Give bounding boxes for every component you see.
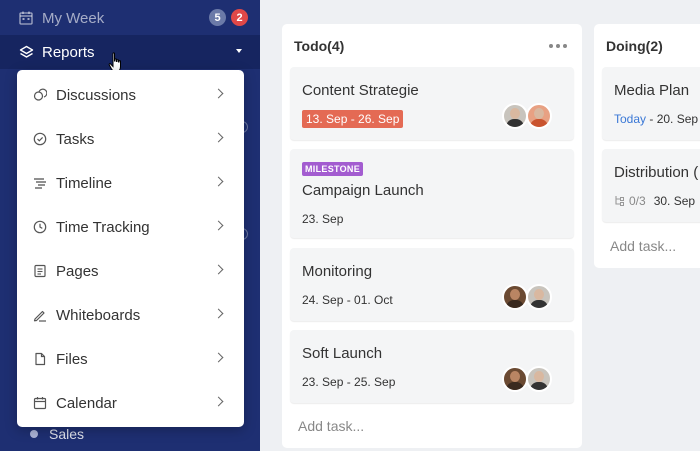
menu-item-whiteboards[interactable]: Whiteboards [17, 293, 244, 337]
task-date: Today - 20. Sep [614, 112, 698, 126]
task-card[interactable]: Media Plan Today - 20. Sep [602, 67, 700, 140]
task-card[interactable]: Monitoring 24. Sep - 01. Oct [290, 248, 574, 321]
assignee-avatars [502, 103, 552, 129]
avatar [502, 103, 528, 129]
task-date: 23. Sep - 25. Sep [302, 375, 396, 389]
assignee-avatars [502, 284, 552, 310]
calendar-grid-icon [18, 10, 34, 26]
task-card[interactable]: Distribution ( 0/3 30. Sep [602, 149, 700, 222]
chevron-right-icon [213, 132, 224, 143]
alert-badge: 2 [231, 9, 248, 26]
sidebar-item-label: Sales [49, 426, 85, 442]
menu-item-discussions[interactable]: Discussions [17, 73, 244, 117]
tasks-icon [32, 131, 48, 147]
sidebar-item-label: My Week [42, 9, 105, 27]
menu-item-label: Tasks [56, 130, 95, 148]
task-card[interactable]: MILESTONE Campaign Launch 23. Sep [290, 149, 574, 238]
board-column-todo: Todo(4) Content Strategie 13. Sep - 26. … [282, 24, 582, 448]
menu-item-pages[interactable]: Pages [17, 249, 244, 293]
chevron-right-icon [213, 220, 224, 231]
column-title: Todo(4) [294, 38, 345, 54]
task-title: Campaign Launch [302, 182, 424, 199]
task-title: Monitoring [302, 263, 373, 280]
date-rest: - 20. Sep [646, 112, 699, 126]
menu-item-label: Time Tracking [56, 218, 150, 236]
timeline-icon [32, 175, 48, 191]
task-date: 24. Sep - 01. Oct [302, 293, 393, 307]
subtask-count: 0/3 [629, 194, 646, 208]
sidebar-item-sales[interactable]: Sales [30, 426, 84, 442]
milestone-badge: MILESTONE [302, 162, 364, 176]
avatar [502, 284, 528, 310]
menu-item-label: Calendar [56, 394, 117, 412]
subtask-icon [615, 196, 624, 206]
task-title: Distribution ( [614, 164, 699, 181]
task-title: Soft Launch [302, 345, 383, 362]
task-date: 23. Sep [302, 212, 344, 226]
assignee-avatars [502, 366, 552, 392]
board-column-doing: Doing(2) Media Plan Today - 20. Sep Dist… [594, 24, 700, 268]
sidebar-item-reports[interactable]: Reports [0, 35, 260, 69]
sidebar-item-label: Reports [42, 43, 95, 61]
task-meta: 0/3 30. Sep [614, 194, 695, 208]
task-card[interactable]: Content Strategie 13. Sep - 26. Sep [290, 67, 574, 140]
chevron-right-icon [213, 176, 224, 187]
menu-item-tasks[interactable]: Tasks [17, 117, 244, 161]
column-title: Doing(2) [606, 38, 663, 54]
menu-item-label: Files [56, 350, 88, 368]
calendar-icon [32, 395, 48, 411]
avatar [526, 103, 552, 129]
menu-item-label: Pages [56, 262, 99, 280]
menu-item-label: Timeline [56, 174, 113, 192]
avatar [526, 366, 552, 392]
today-label: Today [614, 112, 647, 126]
chevron-right-icon [213, 396, 224, 407]
discussions-icon [32, 87, 48, 103]
chevron-right-icon [213, 88, 224, 99]
chevron-right-icon [213, 264, 224, 275]
count-badge: 5 [209, 9, 226, 26]
task-date: 30. Sep [653, 194, 696, 208]
menu-item-timeline[interactable]: Timeline [17, 161, 244, 205]
chevron-right-icon [213, 308, 224, 319]
menu-item-time-tracking[interactable]: Time Tracking [17, 205, 244, 249]
avatar [526, 284, 552, 310]
task-title: Content Strategie [302, 82, 419, 99]
layers-icon [18, 44, 34, 60]
reports-dropdown-menu: Discussions Tasks Timeline Time Tracking… [17, 70, 244, 427]
task-date-overdue: 13. Sep - 26. Sep [302, 110, 404, 128]
time-tracking-icon [32, 219, 48, 235]
task-title: Media Plan [614, 82, 690, 99]
add-task-button[interactable]: Add task... [298, 418, 364, 434]
files-icon [32, 351, 48, 367]
menu-item-calendar[interactable]: Calendar [17, 381, 244, 425]
avatar [502, 366, 528, 392]
bullet-icon [30, 430, 38, 438]
add-task-button[interactable]: Add task... [610, 238, 676, 254]
chevron-right-icon [213, 352, 224, 363]
more-options-icon[interactable] [549, 44, 567, 48]
whiteboards-icon [32, 307, 48, 323]
caret-down-icon [236, 49, 242, 53]
pages-icon [32, 263, 48, 279]
menu-item-files[interactable]: Files [17, 337, 244, 381]
task-card[interactable]: Soft Launch 23. Sep - 25. Sep [290, 330, 574, 403]
menu-item-label: Whiteboards [56, 306, 141, 324]
menu-item-label: Discussions [56, 86, 137, 104]
